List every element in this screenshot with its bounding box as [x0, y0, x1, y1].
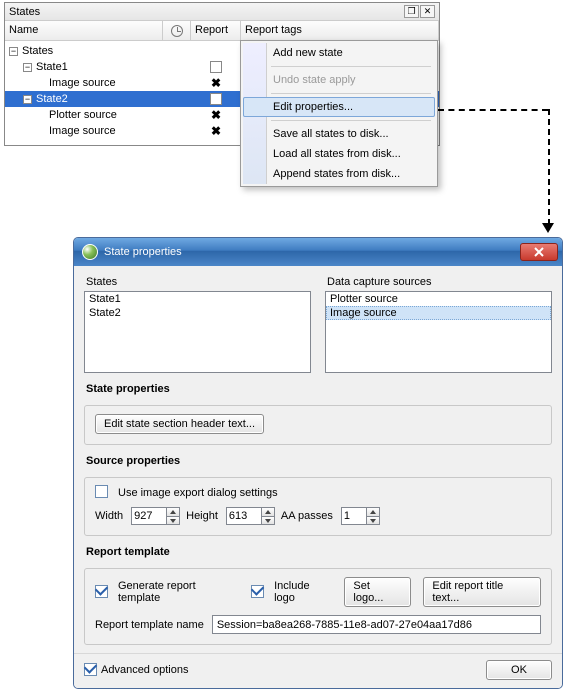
- menu-save-all[interactable]: Save all states to disk...: [243, 124, 435, 144]
- menu-load-all[interactable]: Load all states from disk...: [243, 144, 435, 164]
- tree-header: Name Report Report tags: [5, 21, 439, 41]
- report-checkbox[interactable]: [210, 61, 222, 73]
- states-listbox[interactable]: State1 State2: [84, 291, 311, 373]
- state-properties-dialog: State properties States State1 State2 Da…: [73, 237, 563, 689]
- menu-separator: [271, 120, 431, 121]
- spin-down[interactable]: [261, 516, 275, 525]
- report-checkbox[interactable]: [210, 93, 222, 105]
- spin-up[interactable]: [261, 507, 275, 516]
- menu-edit-properties[interactable]: Edit properties...: [243, 97, 435, 117]
- menu-separator: [271, 93, 431, 94]
- sources-list-label: Data capture sources: [327, 276, 552, 288]
- dialog-titlebar: State properties: [74, 238, 562, 266]
- generate-template-label: Generate report template: [118, 580, 239, 604]
- generate-template-checkbox[interactable]: [95, 585, 108, 598]
- chevron-up-icon: [265, 510, 271, 514]
- tree-label: Image source: [49, 77, 116, 89]
- context-menu: Add new state Undo state apply Edit prop…: [240, 40, 438, 187]
- list-item[interactable]: Plotter source: [326, 292, 551, 306]
- list-item[interactable]: State2: [85, 306, 310, 320]
- tree-label: Plotter source: [49, 109, 117, 121]
- dialog-title: State properties: [104, 246, 182, 258]
- tree-label: State2: [36, 93, 68, 105]
- x-icon: ✖: [211, 109, 221, 121]
- x-icon: ✖: [211, 125, 221, 137]
- spin-up[interactable]: [366, 507, 380, 516]
- use-export-label: Use image export dialog settings: [118, 487, 278, 499]
- source-properties-heading: Source properties: [86, 455, 552, 467]
- menu-undo-state: Undo state apply: [243, 70, 435, 90]
- width-label: Width: [95, 510, 123, 522]
- source-properties-section: Use image export dialog settings Width H…: [84, 477, 552, 536]
- app-icon: [82, 244, 98, 260]
- aa-stepper[interactable]: [341, 507, 380, 525]
- arrow-head-icon: [542, 223, 554, 233]
- aa-input[interactable]: [341, 507, 367, 525]
- x-icon: ✖: [211, 77, 221, 89]
- menu-separator: [271, 66, 431, 67]
- chevron-down-icon: [265, 519, 271, 523]
- chevron-up-icon: [370, 510, 376, 514]
- list-item[interactable]: Image source: [326, 306, 551, 320]
- advanced-options-checkbox[interactable]: [84, 663, 97, 676]
- ok-button[interactable]: OK: [486, 660, 552, 680]
- arrow-vertical: [548, 109, 550, 225]
- tree-label: State1: [36, 61, 68, 73]
- panel-title: States: [9, 6, 40, 18]
- spin-up[interactable]: [166, 507, 180, 516]
- width-input[interactable]: [131, 507, 167, 525]
- column-time[interactable]: [163, 21, 191, 40]
- state-properties-section: Edit state section header text...: [84, 405, 552, 445]
- collapse-icon[interactable]: −: [23, 95, 32, 104]
- collapse-icon[interactable]: −: [9, 47, 18, 56]
- close-icon: [534, 247, 544, 257]
- spin-down[interactable]: [166, 516, 180, 525]
- panel-titlebar: States ❐ ✕: [5, 3, 439, 21]
- chevron-up-icon: [170, 510, 176, 514]
- aa-label: AA passes: [281, 510, 333, 522]
- use-export-checkbox[interactable]: [95, 485, 108, 498]
- height-input[interactable]: [226, 507, 262, 525]
- column-name[interactable]: Name: [5, 21, 163, 40]
- panel-close-button[interactable]: ✕: [420, 5, 435, 18]
- list-item[interactable]: State1: [85, 292, 310, 306]
- edit-header-button[interactable]: Edit state section header text...: [95, 414, 264, 434]
- arrow-horizontal: [438, 109, 548, 111]
- tree-label: Image source: [49, 125, 116, 137]
- column-report-tags[interactable]: Report tags: [241, 21, 439, 40]
- menu-append[interactable]: Append states from disk...: [243, 164, 435, 184]
- dialog-close-button[interactable]: [520, 243, 558, 261]
- panel-restore-button[interactable]: ❐: [404, 5, 419, 18]
- report-template-section: Generate report template Include logo Se…: [84, 568, 552, 645]
- chevron-down-icon: [370, 519, 376, 523]
- spin-down[interactable]: [366, 516, 380, 525]
- menu-add-state[interactable]: Add new state: [243, 43, 435, 63]
- dialog-footer: Advanced options OK: [74, 653, 562, 688]
- height-label: Height: [186, 510, 218, 522]
- state-properties-heading: State properties: [86, 383, 552, 395]
- tree-label: States: [22, 45, 53, 57]
- include-logo-label: Include logo: [274, 580, 332, 604]
- height-stepper[interactable]: [226, 507, 275, 525]
- states-list-label: States: [86, 276, 311, 288]
- advanced-options-label: Advanced options: [101, 664, 188, 676]
- set-logo-button[interactable]: Set logo...: [344, 577, 411, 607]
- sources-listbox[interactable]: Plotter source Image source: [325, 291, 552, 373]
- chevron-down-icon: [170, 519, 176, 523]
- edit-title-button[interactable]: Edit report title text...: [423, 577, 541, 607]
- include-logo-checkbox[interactable]: [251, 585, 264, 598]
- column-report[interactable]: Report: [191, 21, 241, 40]
- collapse-icon[interactable]: −: [23, 63, 32, 72]
- template-name-label: Report template name: [95, 619, 204, 631]
- width-stepper[interactable]: [131, 507, 180, 525]
- report-template-heading: Report template: [86, 546, 552, 558]
- clock-icon: [171, 25, 183, 37]
- template-name-input[interactable]: [212, 615, 541, 634]
